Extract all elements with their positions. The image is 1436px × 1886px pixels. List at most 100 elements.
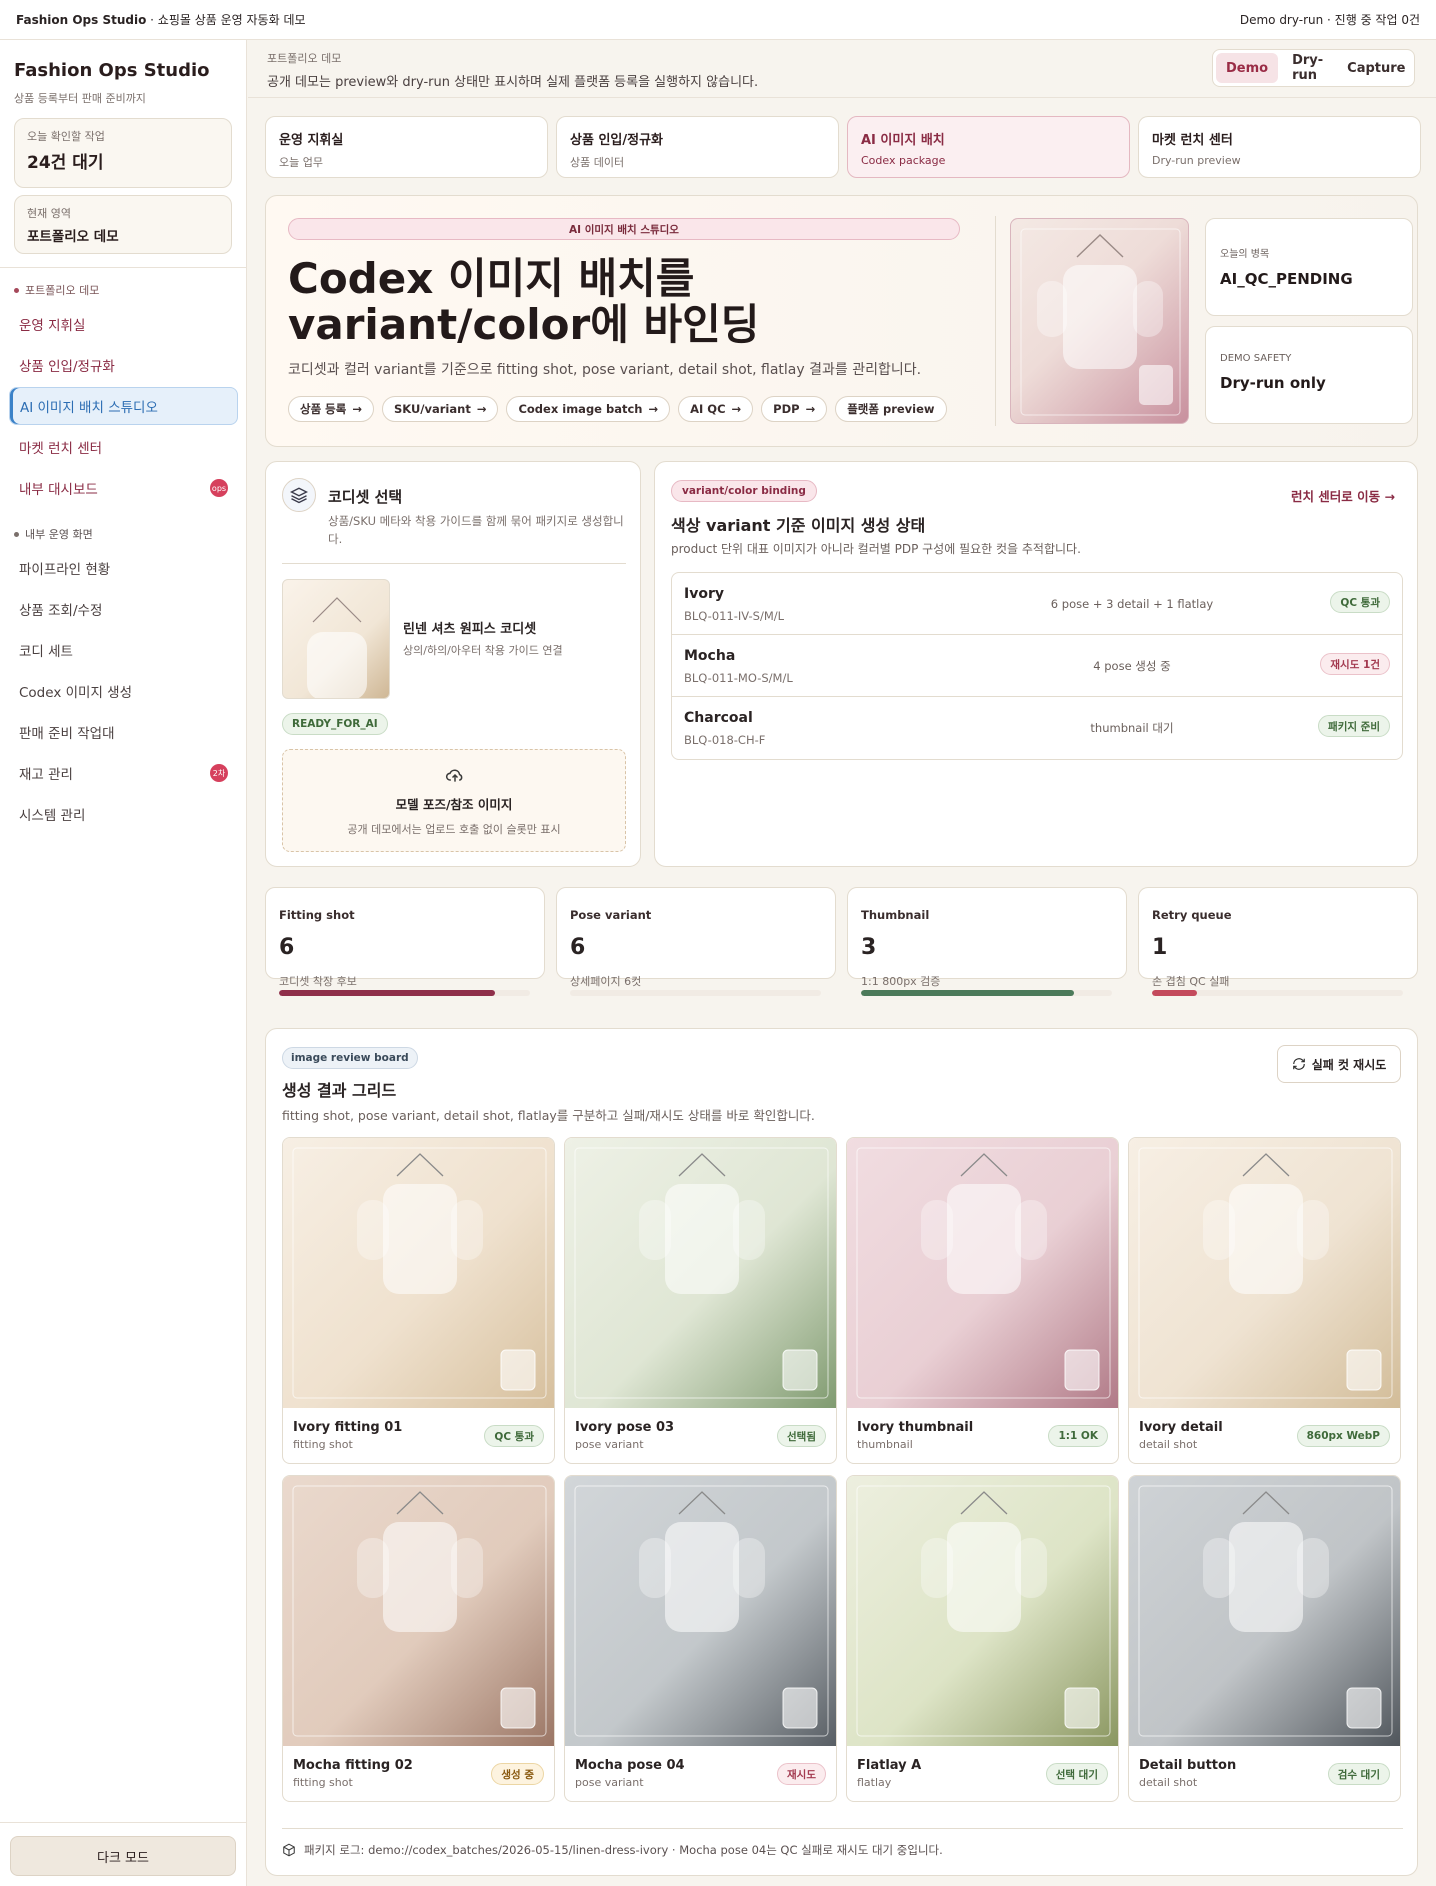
generated-image	[283, 1138, 554, 1408]
hero-preview-image	[1010, 218, 1189, 424]
image-review-board: image review board 생성 결과 그리드 fitting sho…	[265, 1028, 1418, 1876]
variant-row[interactable]: Ivory BLQ-011-IV-S/M/L 6 pose + 3 detail…	[672, 573, 1402, 635]
codi-desc: 상품/SKU 메타와 착용 가이드를 함께 묶어 패키지로 생성합니다.	[328, 514, 624, 546]
sidebar-item-label: 판매 준비 작업대	[19, 726, 115, 742]
stat-progress-fill	[861, 990, 1075, 996]
tab-title: 운영 지휘실	[279, 133, 344, 148]
mode-capture-button[interactable]: Capture	[1337, 53, 1415, 83]
sidebar-item-pipeline[interactable]: 파이프라인 현황	[9, 549, 238, 587]
generated-image	[1129, 1138, 1400, 1408]
mode-dryrun-button[interactable]: Dry-run	[1282, 53, 1333, 83]
sidebar-item-inventory[interactable]: 재고 관리 2차	[9, 754, 238, 792]
demo-safety-value: Dry-run only	[1220, 374, 1326, 392]
chip-label: 플랫폼 preview	[847, 402, 935, 416]
garment-placeholder-icon	[307, 597, 367, 698]
chip-codex-batch[interactable]: Codex image batch →	[506, 396, 671, 422]
sidebar-item-intake[interactable]: 상품 인입/정규화	[9, 346, 238, 384]
stat-progress-bar	[1152, 990, 1403, 996]
status-badge: 검수 대기	[1327, 1763, 1390, 1785]
sidebar-item-codi-set[interactable]: 코디 세트	[9, 631, 238, 669]
launch-center-link[interactable]: 런치 센터로 이동 →	[1291, 486, 1395, 505]
variant-row[interactable]: Mocha BLQ-011-MO-S/M/L 4 pose 생성 중 재시도 1…	[672, 635, 1402, 697]
garment-placeholder-icon	[574, 1485, 829, 1737]
retry-label: 실패 컷 재시도	[1311, 1057, 1387, 1072]
grid-item-mocha-fitting-02[interactable]: Mocha fitting 02 fitting shot 생성 중	[282, 1475, 555, 1802]
sidebar-item-label: 코디 세트	[19, 644, 73, 660]
stat-value: 6	[570, 935, 586, 960]
sidebar-subtitle: 상품 등록부터 판매 준비까지	[14, 92, 146, 105]
sidebar-item-sales-prep[interactable]: 판매 준비 작업대	[9, 713, 238, 751]
bottleneck-card: 오늘의 병목 AI_QC_PENDING	[1205, 218, 1413, 316]
sidebar-item-launch-center[interactable]: 마켓 런치 센터	[9, 428, 238, 466]
grid-item-title: Ivory thumbnail	[857, 1420, 974, 1435]
chip-label: PDP	[773, 402, 800, 416]
reference-upload-slot[interactable]: 모델 포즈/참조 이미지 공개 데모에서는 업로드 호출 없이 슬롯만 표시	[282, 749, 626, 852]
codi-title: 코디셋 선택	[328, 488, 403, 506]
tab-sub: Codex package	[861, 154, 946, 167]
arrow-right-icon: →	[1384, 489, 1395, 504]
sidebar-item-ai-image-studio[interactable]: AI 이미지 배치 스튜디오	[9, 387, 238, 425]
chip-platform-preview[interactable]: 플랫폼 preview	[835, 396, 947, 422]
grid-item-type: fitting shot	[293, 1438, 353, 1451]
stat-sub: 코디셋 착장 후보	[279, 975, 357, 988]
status-badge: 860px WebP	[1296, 1425, 1390, 1447]
sidebar-item-codex-image[interactable]: Codex 이미지 생성	[9, 672, 238, 710]
garment-placeholder-icon	[292, 1147, 547, 1399]
header-label: 포트폴리오 데모	[267, 52, 342, 65]
grid-item-detail-button[interactable]: Detail button detail shot 검수 대기	[1128, 1475, 1401, 1802]
upload-title: 모델 포즈/참조 이미지	[395, 797, 513, 812]
status-badge: 선택 대기	[1045, 1763, 1108, 1785]
tab-intake[interactable]: 상품 인입/정규화상품 데이터	[556, 116, 839, 178]
sidebar-section-internal: 내부 운영 화면	[14, 526, 93, 542]
stat-pose-variant: Pose variant 6 상세페이지 6컷	[556, 887, 836, 996]
tab-ai-image[interactable]: AI 이미지 배치 Codex package	[847, 116, 1130, 178]
sidebar-item-internal-dashboard[interactable]: 내부 대시보드 ops	[9, 469, 238, 507]
tab-command-room[interactable]: 운영 지휘실 오늘 업무	[265, 116, 548, 178]
grid-item-flatlay-a[interactable]: Flatlay A flatlay 선택 대기	[846, 1475, 1119, 1802]
grid-item-type: flatlay	[857, 1776, 892, 1789]
grid-item-ivory-thumbnail[interactable]: Ivory thumbnail thumbnail 1:1 OK	[846, 1137, 1119, 1464]
status-badge: 재시도 1건	[1320, 653, 1390, 675]
package-log: 패키지 로그: demo://codex_batches/2026-05-15/…	[282, 1842, 943, 1858]
chip-product-register[interactable]: 상품 등록 →	[288, 396, 374, 422]
sidebar-item-command-room[interactable]: 운영 지휘실	[9, 305, 238, 343]
sidebar-item-system[interactable]: 시스템 관리	[9, 795, 238, 833]
link-label: 런치 센터로 이동	[1290, 489, 1381, 504]
grid-item-type: fitting shot	[293, 1776, 353, 1789]
grid-item-ivory-detail[interactable]: Ivory detail detail shot 860px WebP	[1128, 1137, 1401, 1464]
chip-pdp[interactable]: PDP →	[761, 396, 828, 422]
dark-mode-button[interactable]: 다크 모드	[10, 1836, 236, 1876]
grid-item-type: pose variant	[575, 1438, 644, 1451]
sidebar-item-label: 내부 대시보드	[19, 482, 98, 498]
chip-sku-variant[interactable]: SKU/variant →	[381, 396, 499, 422]
topbar-status: Demo dry-run · 진행 중 작업 0건	[1239, 13, 1420, 27]
grid-item-ivory-fitting-01[interactable]: Ivory fitting 01 fitting shot QC 통과	[282, 1137, 555, 1464]
stat-thumbnail: Thumbnail 3 1:1 800px 검증	[847, 887, 1127, 996]
tab-title: 마켓 런치 센터	[1152, 133, 1233, 148]
tab-launch-center[interactable]: 마켓 런치 센터 Dry-run preview	[1138, 116, 1421, 178]
chip-ai-qc[interactable]: AI QC →	[678, 396, 754, 422]
stat-value: 6	[279, 935, 295, 960]
package-log-text: 패키지 로그: demo://codex_batches/2026-05-15/…	[304, 1843, 943, 1857]
codi-divider	[282, 563, 626, 564]
sidebar-item-label: AI 이미지 배치 스튜디오	[20, 400, 158, 416]
grid-item-ivory-pose-03[interactable]: Ivory pose 03 pose variant 선택됨	[564, 1137, 837, 1464]
mode-demo-button[interactable]: Demo	[1216, 53, 1279, 83]
arrow-right-icon: →	[731, 402, 742, 416]
grid-item-title: Ivory pose 03	[575, 1420, 675, 1435]
retry-failed-button[interactable]: 실패 컷 재시도	[1277, 1045, 1401, 1083]
garment-placeholder-icon	[574, 1147, 829, 1399]
sidebar-item-label: 운영 지휘실	[19, 318, 86, 334]
codi-product-thumbnail[interactable]	[282, 579, 390, 699]
stat-sub: 손 겹침 QC 실패	[1152, 975, 1230, 988]
garment-placeholder-icon	[856, 1147, 1111, 1399]
sidebar-item-product-edit[interactable]: 상품 조회/수정	[9, 590, 238, 628]
grid-item-mocha-pose-04[interactable]: Mocha pose 04 pose variant 재시도	[564, 1475, 837, 1802]
tab-sub: 상품 데이터	[570, 156, 625, 169]
status-badge: 생성 중	[491, 1763, 544, 1785]
tab-title: 상품 인입/정규화	[570, 133, 663, 148]
variant-row[interactable]: Charcoal BLQ-018-CH-F thumbnail 대기 패키지 준…	[672, 697, 1402, 759]
grid-item-type: detail shot	[1139, 1438, 1198, 1451]
arrow-right-icon: →	[476, 402, 487, 416]
upload-desc: 공개 데모에서는 업로드 호출 없이 슬롯만 표시	[347, 823, 561, 836]
